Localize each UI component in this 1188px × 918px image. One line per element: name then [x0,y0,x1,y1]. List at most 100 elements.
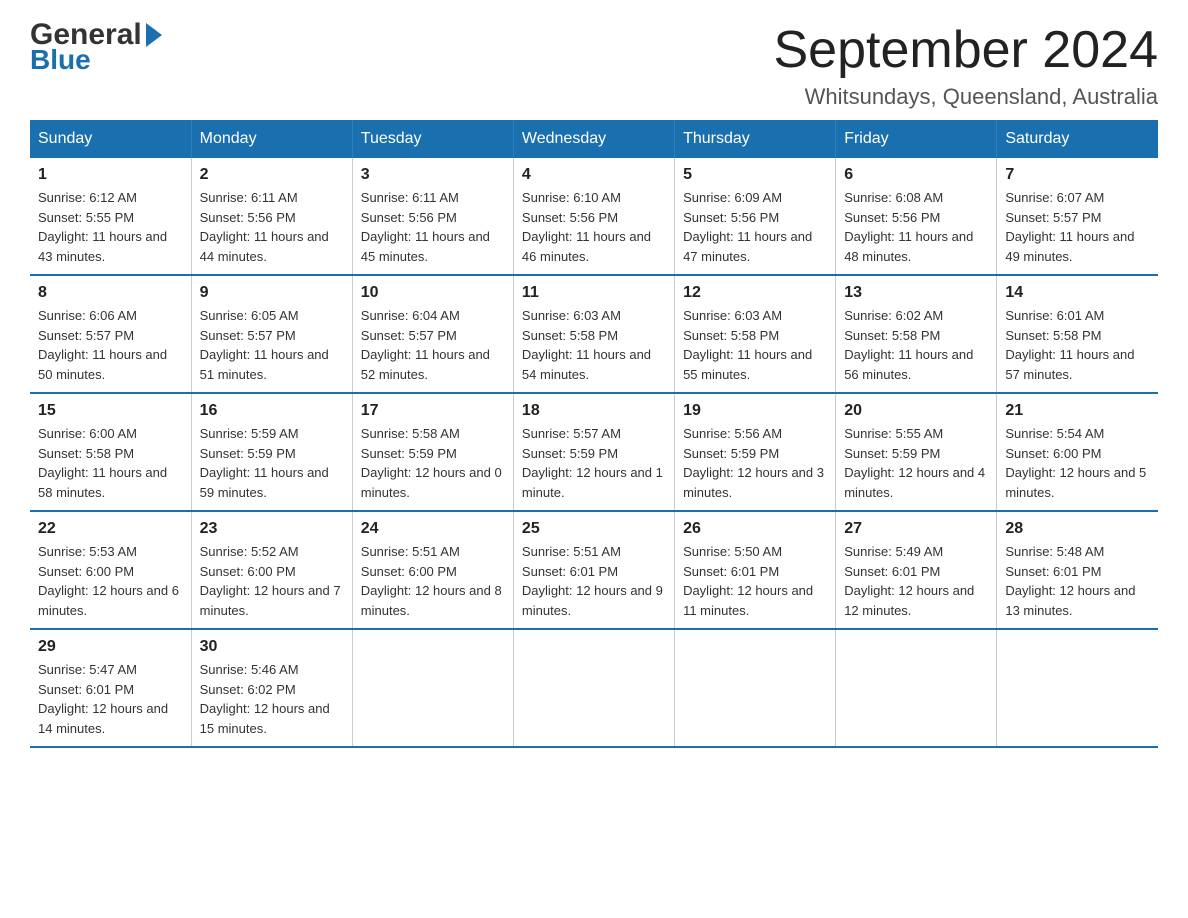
day-info: Sunrise: 5:53 AMSunset: 6:00 PMDaylight:… [38,542,183,620]
calendar-cell [997,629,1158,747]
calendar-cell: 14 Sunrise: 6:01 AMSunset: 5:58 PMDaylig… [997,275,1158,393]
calendar-header: SundayMondayTuesdayWednesdayThursdayFrid… [30,120,1158,158]
day-number: 27 [844,520,988,538]
day-number: 7 [1005,166,1150,184]
calendar-cell: 12 Sunrise: 6:03 AMSunset: 5:58 PMDaylig… [675,275,836,393]
day-number: 11 [522,284,666,302]
day-info: Sunrise: 5:47 AMSunset: 6:01 PMDaylight:… [38,660,183,738]
calendar-cell: 1 Sunrise: 6:12 AMSunset: 5:55 PMDayligh… [30,158,191,275]
calendar-cell: 16 Sunrise: 5:59 AMSunset: 5:59 PMDaylig… [191,393,352,511]
day-number: 19 [683,402,827,420]
day-number: 28 [1005,520,1150,538]
calendar-cell [836,629,997,747]
page-header: General Blue September 2024 Whitsundays,… [30,20,1158,110]
day-number: 6 [844,166,988,184]
day-info: Sunrise: 6:12 AMSunset: 5:55 PMDaylight:… [38,188,183,266]
calendar-cell: 24 Sunrise: 5:51 AMSunset: 6:00 PMDaylig… [352,511,513,629]
day-number: 3 [361,166,505,184]
day-of-week-saturday: Saturday [997,120,1158,158]
day-info: Sunrise: 5:57 AMSunset: 5:59 PMDaylight:… [522,424,666,502]
day-info: Sunrise: 5:52 AMSunset: 6:00 PMDaylight:… [200,542,344,620]
day-info: Sunrise: 6:07 AMSunset: 5:57 PMDaylight:… [1005,188,1150,266]
page-subtitle: Whitsundays, Queensland, Australia [774,84,1159,110]
day-info: Sunrise: 5:50 AMSunset: 6:01 PMDaylight:… [683,542,827,620]
day-of-week-thursday: Thursday [675,120,836,158]
day-info: Sunrise: 6:04 AMSunset: 5:57 PMDaylight:… [361,306,505,384]
day-info: Sunrise: 6:01 AMSunset: 5:58 PMDaylight:… [1005,306,1150,384]
day-info: Sunrise: 5:54 AMSunset: 6:00 PMDaylight:… [1005,424,1150,502]
day-number: 15 [38,402,183,420]
day-number: 17 [361,402,505,420]
day-number: 24 [361,520,505,538]
calendar-cell: 11 Sunrise: 6:03 AMSunset: 5:58 PMDaylig… [513,275,674,393]
calendar-cell: 6 Sunrise: 6:08 AMSunset: 5:56 PMDayligh… [836,158,997,275]
title-section: September 2024 Whitsundays, Queensland, … [774,20,1159,110]
day-info: Sunrise: 6:03 AMSunset: 5:58 PMDaylight:… [683,306,827,384]
day-number: 5 [683,166,827,184]
day-info: Sunrise: 5:56 AMSunset: 5:59 PMDaylight:… [683,424,827,502]
calendar-cell: 22 Sunrise: 5:53 AMSunset: 6:00 PMDaylig… [30,511,191,629]
calendar-cell: 21 Sunrise: 5:54 AMSunset: 6:00 PMDaylig… [997,393,1158,511]
day-info: Sunrise: 6:09 AMSunset: 5:56 PMDaylight:… [683,188,827,266]
logo-blue-text: Blue [30,46,162,74]
week-row-4: 22 Sunrise: 5:53 AMSunset: 6:00 PMDaylig… [30,511,1158,629]
day-of-week-tuesday: Tuesday [352,120,513,158]
page-title: September 2024 [774,20,1159,80]
calendar-cell: 9 Sunrise: 6:05 AMSunset: 5:57 PMDayligh… [191,275,352,393]
day-info: Sunrise: 5:58 AMSunset: 5:59 PMDaylight:… [361,424,505,502]
calendar-cell [352,629,513,747]
day-info: Sunrise: 6:11 AMSunset: 5:56 PMDaylight:… [361,188,505,266]
calendar-cell: 29 Sunrise: 5:47 AMSunset: 6:01 PMDaylig… [30,629,191,747]
day-number: 13 [844,284,988,302]
day-number: 1 [38,166,183,184]
week-row-3: 15 Sunrise: 6:00 AMSunset: 5:58 PMDaylig… [30,393,1158,511]
calendar-table: SundayMondayTuesdayWednesdayThursdayFrid… [30,120,1158,748]
calendar-cell: 26 Sunrise: 5:50 AMSunset: 6:01 PMDaylig… [675,511,836,629]
day-info: Sunrise: 6:05 AMSunset: 5:57 PMDaylight:… [200,306,344,384]
day-number: 22 [38,520,183,538]
week-row-1: 1 Sunrise: 6:12 AMSunset: 5:55 PMDayligh… [30,158,1158,275]
day-info: Sunrise: 6:00 AMSunset: 5:58 PMDaylight:… [38,424,183,502]
day-number: 21 [1005,402,1150,420]
calendar-cell: 30 Sunrise: 5:46 AMSunset: 6:02 PMDaylig… [191,629,352,747]
day-number: 23 [200,520,344,538]
logo-triangle-icon [146,23,162,47]
calendar-cell: 17 Sunrise: 5:58 AMSunset: 5:59 PMDaylig… [352,393,513,511]
calendar-cell: 25 Sunrise: 5:51 AMSunset: 6:01 PMDaylig… [513,511,674,629]
calendar-cell: 3 Sunrise: 6:11 AMSunset: 5:56 PMDayligh… [352,158,513,275]
day-number: 8 [38,284,183,302]
day-number: 20 [844,402,988,420]
day-info: Sunrise: 6:08 AMSunset: 5:56 PMDaylight:… [844,188,988,266]
day-info: Sunrise: 6:06 AMSunset: 5:57 PMDaylight:… [38,306,183,384]
week-row-5: 29 Sunrise: 5:47 AMSunset: 6:01 PMDaylig… [30,629,1158,747]
day-info: Sunrise: 5:48 AMSunset: 6:01 PMDaylight:… [1005,542,1150,620]
calendar-cell: 8 Sunrise: 6:06 AMSunset: 5:57 PMDayligh… [30,275,191,393]
day-number: 18 [522,402,666,420]
calendar-cell: 27 Sunrise: 5:49 AMSunset: 6:01 PMDaylig… [836,511,997,629]
day-number: 29 [38,638,183,656]
day-info: Sunrise: 5:49 AMSunset: 6:01 PMDaylight:… [844,542,988,620]
day-of-week-monday: Monday [191,120,352,158]
day-info: Sunrise: 6:03 AMSunset: 5:58 PMDaylight:… [522,306,666,384]
calendar-cell: 13 Sunrise: 6:02 AMSunset: 5:58 PMDaylig… [836,275,997,393]
day-of-week-wednesday: Wednesday [513,120,674,158]
calendar-cell [675,629,836,747]
day-info: Sunrise: 6:02 AMSunset: 5:58 PMDaylight:… [844,306,988,384]
day-number: 12 [683,284,827,302]
week-row-2: 8 Sunrise: 6:06 AMSunset: 5:57 PMDayligh… [30,275,1158,393]
calendar-cell: 4 Sunrise: 6:10 AMSunset: 5:56 PMDayligh… [513,158,674,275]
day-number: 26 [683,520,827,538]
day-number: 30 [200,638,344,656]
calendar-cell: 18 Sunrise: 5:57 AMSunset: 5:59 PMDaylig… [513,393,674,511]
day-info: Sunrise: 6:11 AMSunset: 5:56 PMDaylight:… [200,188,344,266]
calendar-cell: 23 Sunrise: 5:52 AMSunset: 6:00 PMDaylig… [191,511,352,629]
day-number: 25 [522,520,666,538]
calendar-cell: 5 Sunrise: 6:09 AMSunset: 5:56 PMDayligh… [675,158,836,275]
calendar-cell: 20 Sunrise: 5:55 AMSunset: 5:59 PMDaylig… [836,393,997,511]
logo: General Blue [30,20,162,74]
day-number: 14 [1005,284,1150,302]
day-info: Sunrise: 5:51 AMSunset: 6:00 PMDaylight:… [361,542,505,620]
day-of-week-sunday: Sunday [30,120,191,158]
calendar-cell: 10 Sunrise: 6:04 AMSunset: 5:57 PMDaylig… [352,275,513,393]
day-info: Sunrise: 5:51 AMSunset: 6:01 PMDaylight:… [522,542,666,620]
